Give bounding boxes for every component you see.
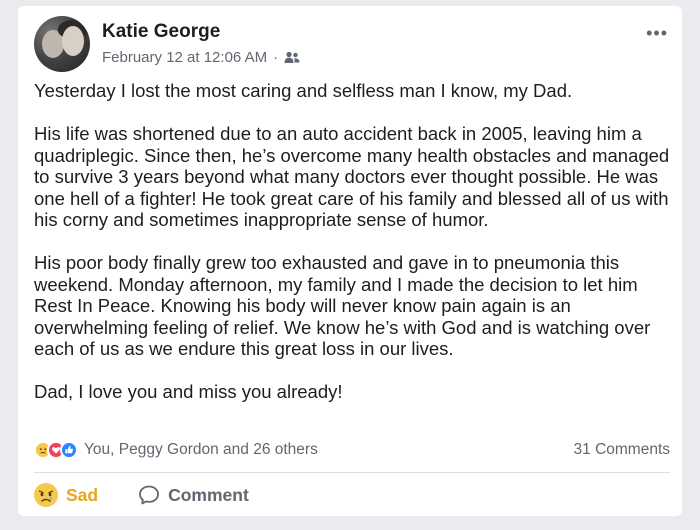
more-options-icon[interactable]: ••• [646,24,668,42]
author-name[interactable]: Katie George [102,21,220,43]
post-meta: February 12 at 12:06 AM · [102,49,300,66]
avatar-person-2 [62,26,84,56]
reactions-summary-text[interactable]: You, Peggy Gordon and 26 others [84,441,318,459]
reaction-icons [34,441,78,459]
comment-button[interactable]: Comment [138,484,249,506]
post-timestamp[interactable]: February 12 at 12:06 AM [102,49,267,66]
comment-icon [139,485,160,505]
sad-reaction-button[interactable]: Sad [34,483,98,507]
like-reaction-icon [60,441,78,459]
reactions-row: You, Peggy Gordon and 26 others 31 Comme… [34,438,670,462]
avatar[interactable] [34,16,90,72]
post-paragraph: Yesterday I lost the most caring and sel… [34,80,573,101]
sad-label: Sad [66,484,99,505]
post-paragraph: His life was shortened due to an auto ac… [34,123,670,230]
action-bar: Sad Comment [34,480,249,510]
comments-count[interactable]: 31 Comments [574,441,670,459]
reactions-summary[interactable]: You, Peggy Gordon and 26 others [34,441,318,459]
divider [34,472,670,473]
post-card: Katie George February 12 at 12:06 AM · •… [18,6,682,516]
friends-icon[interactable] [284,51,300,64]
sad-face-icon [34,483,58,507]
meta-separator: · [273,49,279,66]
post-paragraph: His poor body finally grew too exhausted… [34,252,651,359]
post-body: Yesterday I lost the most caring and sel… [34,80,670,424]
comment-label: Comment [168,484,249,505]
post-paragraph: Dad, I love you and miss you already! [34,381,343,402]
